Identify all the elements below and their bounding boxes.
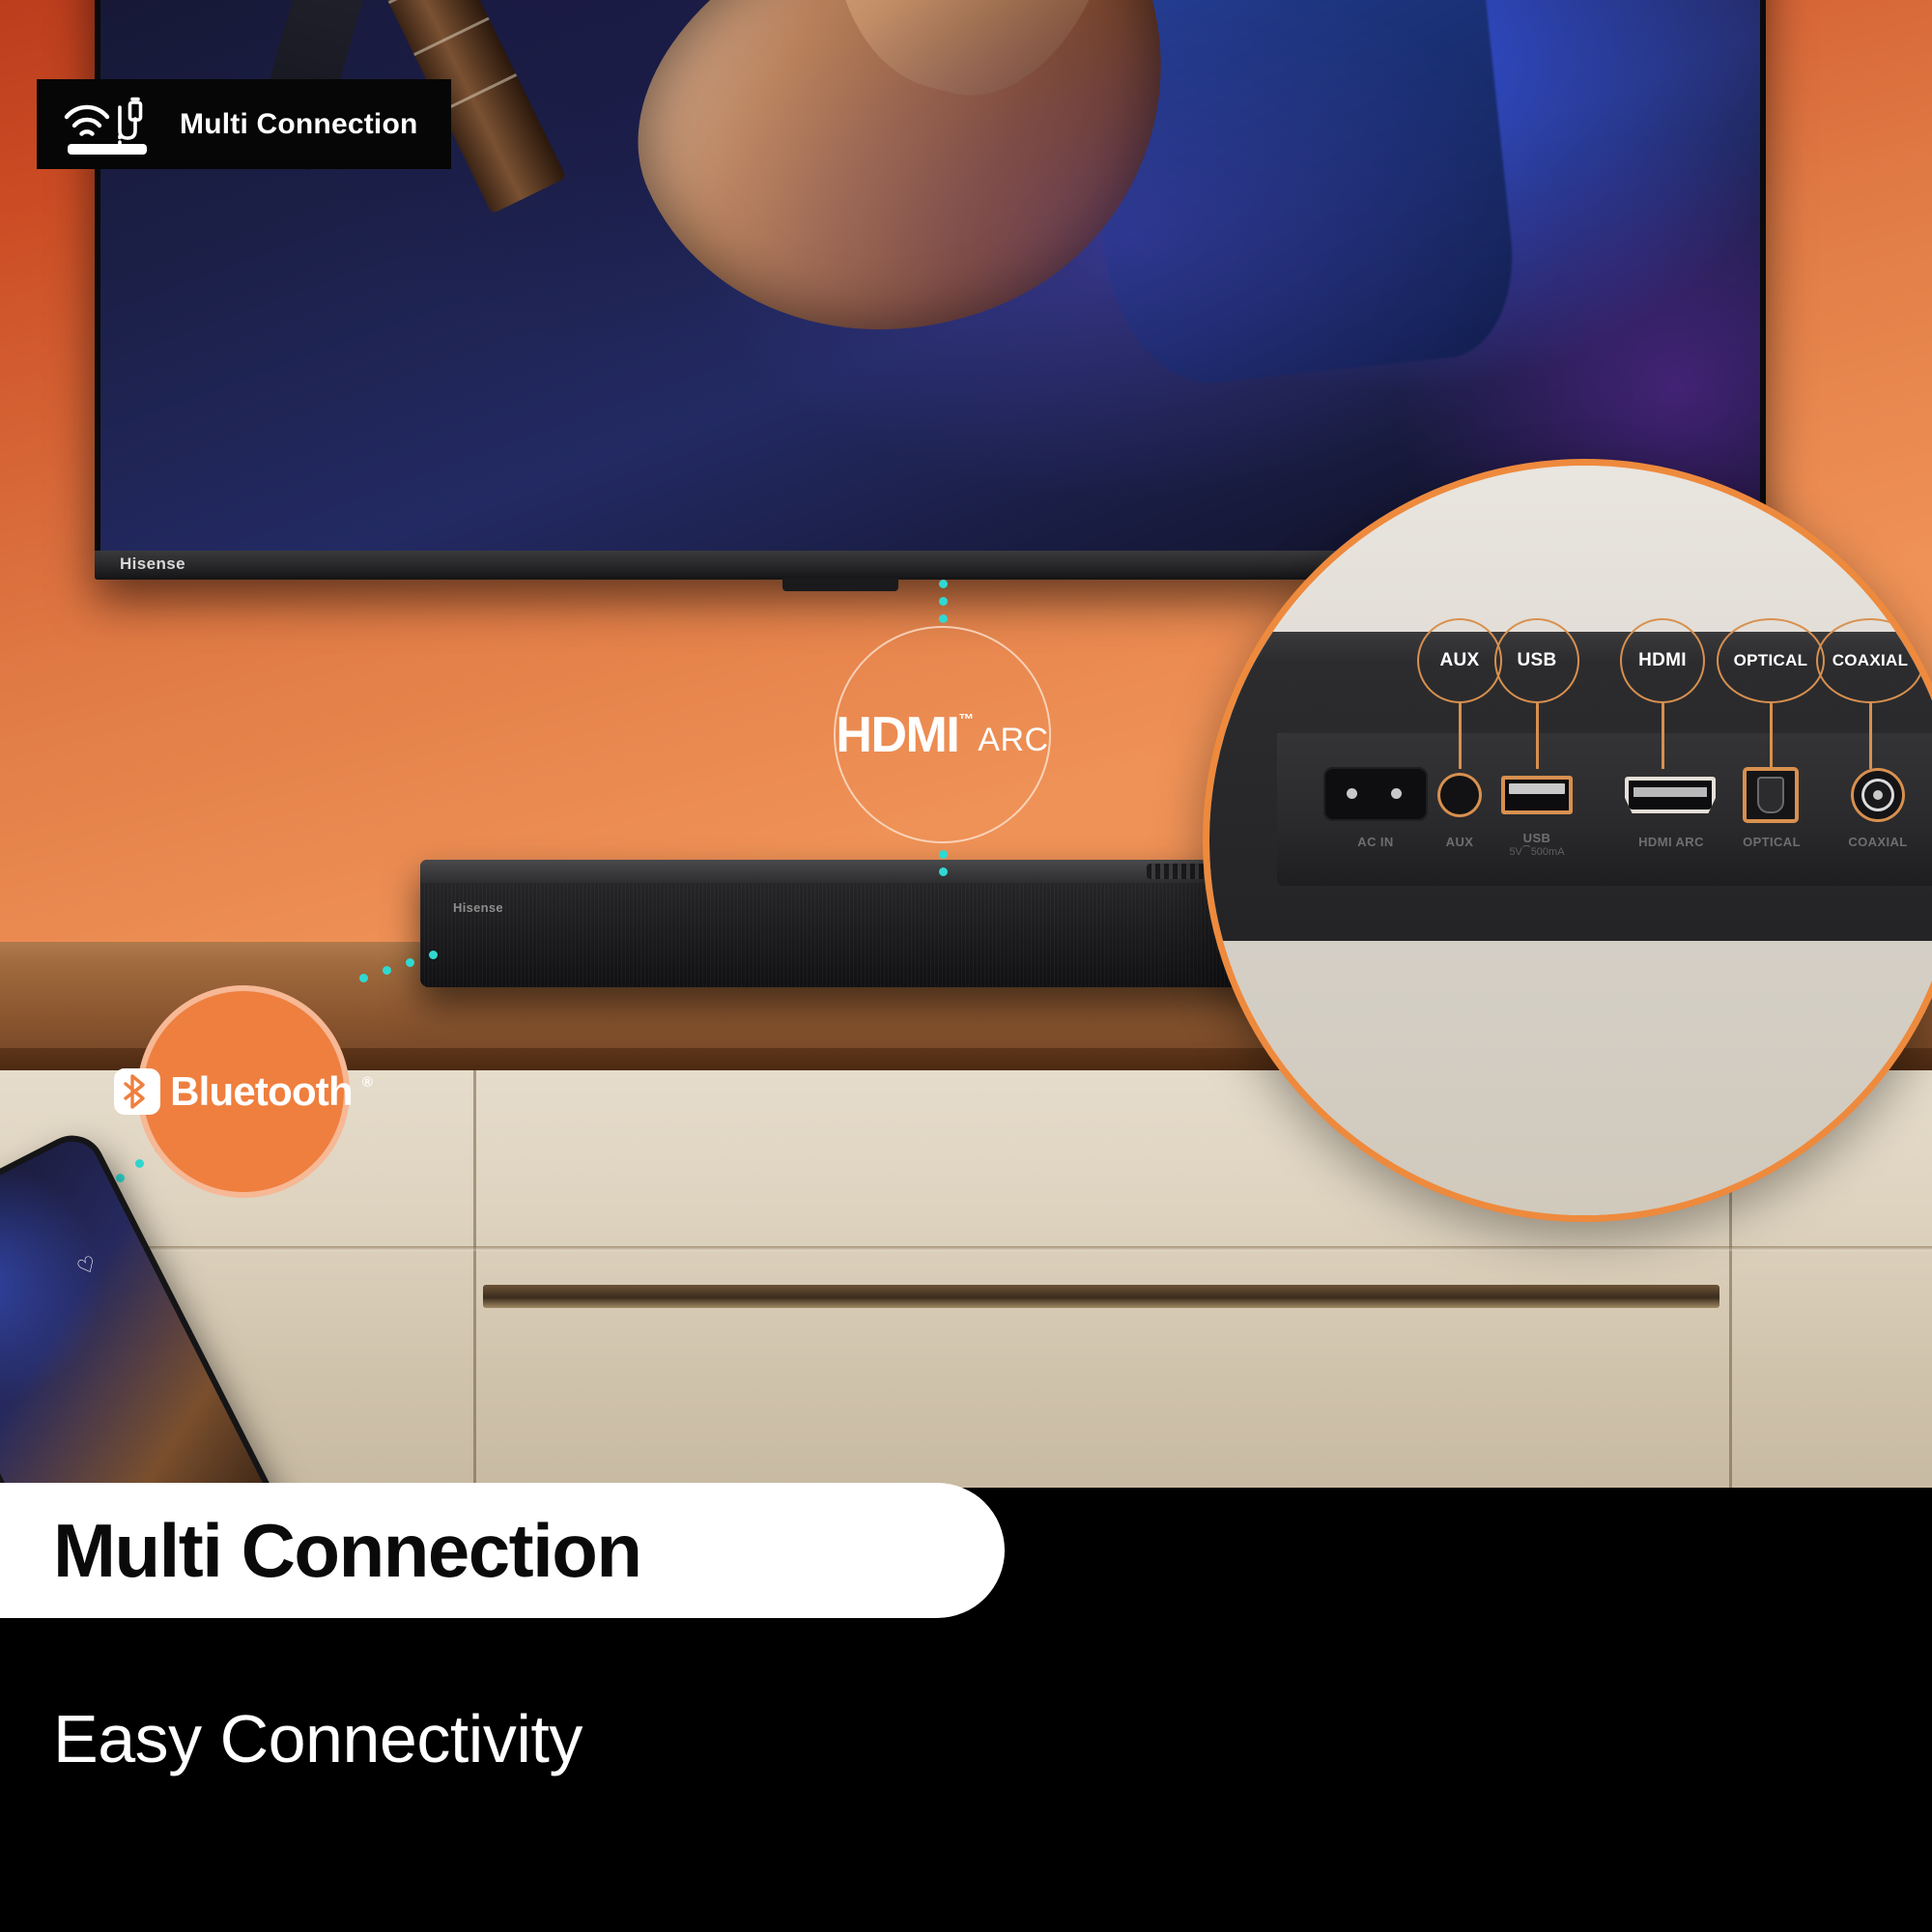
callout-optical: OPTICAL <box>1717 618 1825 703</box>
product-feature-banner: Hisense Hisense HDMI ™ ARC Bluetooth ® ♡… <box>0 0 1932 1932</box>
coaxial-jack-icon <box>1851 768 1905 822</box>
headline-pill: Multi Connection <box>0 1483 1005 1618</box>
port-name-optical: OPTICAL <box>1743 835 1801 849</box>
magnifier-cabinet <box>1209 941 1932 1215</box>
bluetooth-label: Bluetooth <box>170 1068 354 1114</box>
soundbar-icon <box>68 143 147 155</box>
callout-stem <box>1459 703 1462 769</box>
bluetooth-rune-icon <box>114 1068 161 1115</box>
callout-stem <box>1536 703 1539 769</box>
hdmi-wordmark: HDMI <box>836 706 959 763</box>
feature-badge: Multi Connection <box>37 79 451 169</box>
callout-hdmi: HDMI <box>1620 618 1705 703</box>
audio-jack-cable-icon <box>118 97 143 145</box>
callout-usb: USB <box>1494 618 1579 703</box>
callout-usb-label: USB <box>1517 650 1557 670</box>
scene-photo: Hisense Hisense HDMI ™ ARC Bluetooth ® ♡… <box>0 0 1932 1488</box>
magnifier-wall <box>1209 466 1932 654</box>
cabinet-drawer-line <box>0 1246 1932 1251</box>
callout-hdmi-label: HDMI <box>1638 650 1687 670</box>
feature-badge-label: Multi Connection <box>180 107 418 140</box>
port-sub-usb: 5V⏠500mA <box>1509 846 1565 858</box>
callout-stem <box>1662 703 1664 769</box>
wifi-signal-icon <box>64 104 110 136</box>
callout-aux-label: AUX <box>1439 650 1480 670</box>
ac-power-inlet-icon <box>1323 767 1428 821</box>
callout-optical-label: OPTICAL <box>1733 651 1808 669</box>
headline: Multi Connection <box>53 1507 642 1593</box>
registered-symbol: ® <box>361 1074 373 1091</box>
bluetooth-badge: Bluetooth ® <box>114 985 373 1198</box>
optical-toslink-icon <box>1743 767 1799 823</box>
hdmi-arc-suffix: ARC <box>978 721 1049 758</box>
callout-aux: AUX <box>1417 618 1502 703</box>
soundbar-brand-logo: Hisense <box>453 900 503 915</box>
cabinet-handle-groove <box>483 1285 1719 1308</box>
tv-stand-foot <box>782 578 898 591</box>
callout-coaxial-label: COAXIAL <box>1832 651 1909 669</box>
trademark-symbol: ™ <box>958 711 974 728</box>
callout-coaxial: COAXIAL <box>1816 618 1924 703</box>
usb-port-icon <box>1501 776 1573 814</box>
cabinet-seam <box>473 1070 476 1488</box>
callout-stem <box>1770 703 1773 769</box>
port-name-coaxial: COAXIAL <box>1848 835 1908 849</box>
tv-brand-logo: Hisense <box>120 554 186 573</box>
badge-icon-group <box>62 94 158 156</box>
magnifier-circle: AUX USB HDMI OPTICAL COAXIAL AC IN AUX U… <box>1203 459 1932 1222</box>
hdmi-port-icon <box>1625 777 1716 813</box>
hdmi-arc-badge: HDMI ™ ARC <box>834 626 1051 843</box>
aux-jack-icon <box>1437 773 1482 817</box>
port-name-usb: USB <box>1522 831 1551 845</box>
subheadline: Easy Connectivity <box>53 1701 582 1776</box>
callout-stem <box>1869 703 1872 769</box>
